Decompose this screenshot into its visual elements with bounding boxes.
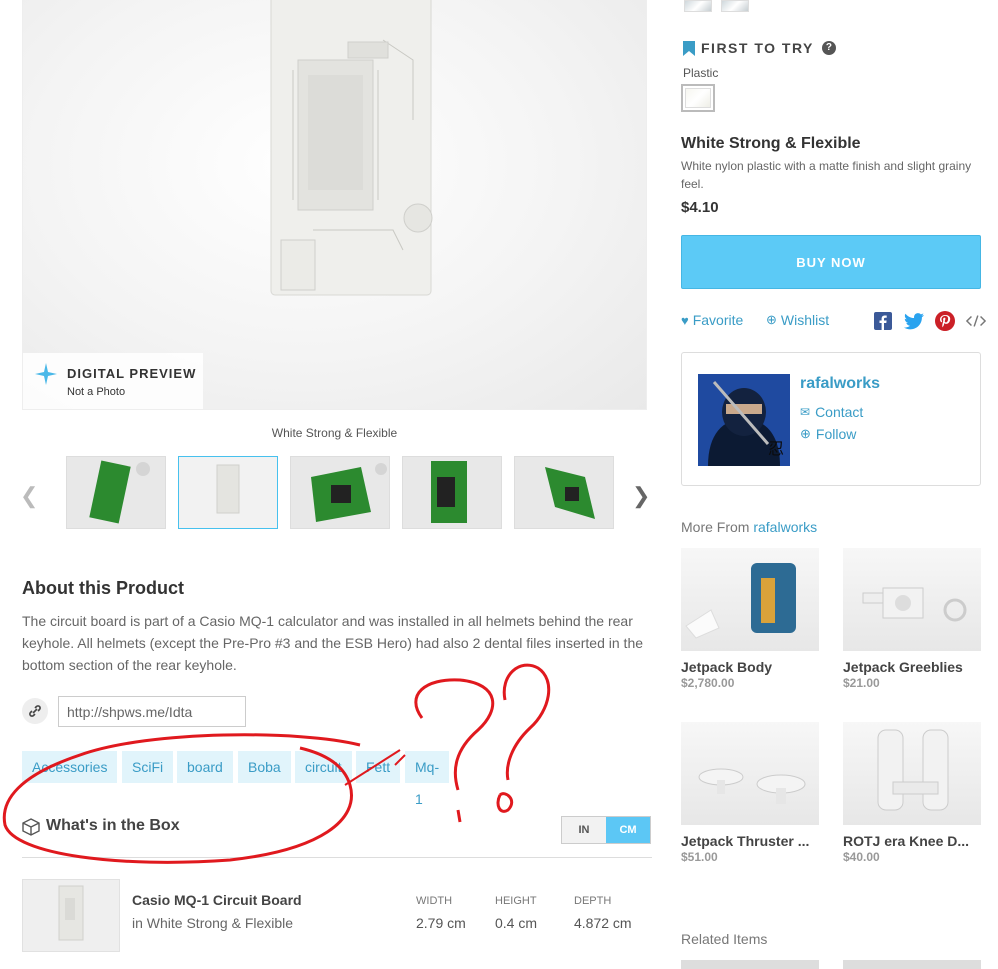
contact-seller-link[interactable]: ✉ Contact — [800, 404, 863, 420]
pinterest-icon[interactable] — [935, 311, 955, 331]
digital-preview-badge: DIGITAL PREVIEW Not a Photo — [23, 353, 203, 409]
wishlist-label: Wishlist — [780, 312, 830, 328]
material-category: Plastic — [683, 66, 719, 80]
tag-item[interactable]: circuit — [295, 751, 352, 783]
thumbnail-carousel: ❮ ❯ — [0, 455, 660, 531]
carousel-next-icon[interactable]: ❯ — [632, 483, 650, 509]
depth-label: DEPTH — [574, 895, 612, 907]
unit-toggle: IN CM — [561, 816, 651, 844]
thumbnail-3[interactable] — [290, 456, 390, 529]
material-description: White nylon plastic with a matte finish … — [681, 159, 972, 191]
product-price: $21.00 — [843, 676, 880, 690]
box-item-thumbnail[interactable] — [22, 879, 120, 952]
seller-name-link[interactable]: rafalworks — [800, 375, 880, 393]
whats-in-box-heading: What's in the Box — [46, 817, 180, 834]
svg-text:忍: 忍 — [768, 439, 784, 458]
unit-cm-button[interactable]: CM — [606, 817, 650, 843]
favorite-button[interactable]: ♥ Favorite — [681, 312, 743, 328]
product-card[interactable]: Jetpack Greeblies $21.00 — [843, 548, 981, 690]
envelope-icon: ✉ — [800, 405, 811, 419]
product-card[interactable]: Jetpack Body $2,780.00 — [681, 548, 819, 690]
tag-item[interactable]: board — [177, 751, 233, 783]
thumbnail-1[interactable] — [66, 456, 166, 529]
height-value: 0.4 cm — [495, 915, 538, 931]
product-name: Jetpack Thruster ... — [681, 833, 810, 849]
width-value: 2.79 cm — [416, 915, 466, 931]
plus-circle-icon: ⊕ — [766, 312, 777, 327]
more-from-prefix: More From — [681, 519, 750, 535]
contact-label: Contact — [815, 404, 864, 420]
preview-badge-subtitle: Not a Photo — [67, 386, 126, 398]
product-image — [681, 548, 819, 651]
thumbnail-4[interactable] — [402, 456, 502, 529]
product-name: Jetpack Greeblies — [843, 659, 963, 675]
related-item-preview[interactable] — [681, 960, 819, 969]
about-product-heading: About this Product — [22, 578, 184, 598]
box-item-name[interactable]: Casio MQ-1 Circuit Board — [132, 892, 302, 908]
preview-badge-title: DIGITAL PREVIEW — [67, 366, 197, 381]
plus-circle-icon: ⊕ — [800, 426, 811, 441]
embed-icon[interactable] — [966, 311, 986, 331]
tag-item[interactable]: SciFi — [122, 751, 174, 783]
product-name: Jetpack Body — [681, 659, 773, 675]
product-price: $51.00 — [681, 850, 718, 864]
product-name: ROTJ era Knee D... — [843, 833, 970, 849]
price: $4.10 — [681, 199, 719, 216]
circuit-board-render — [270, 0, 433, 296]
first-to-try-header: FIRST TO TRY ? — [683, 40, 836, 56]
unit-in-button[interactable]: IN — [562, 817, 606, 843]
favorite-label: Favorite — [692, 312, 744, 328]
seller-card: 忍 rafalworks ✉ Contact ⊕ Follow — [681, 352, 981, 486]
product-price: $40.00 — [843, 850, 880, 864]
related-items-heading: Related Items — [681, 931, 768, 947]
material-name: White Strong & Flexible — [681, 135, 861, 152]
follow-label: Follow — [815, 426, 857, 442]
twitter-icon[interactable] — [904, 311, 924, 331]
product-card[interactable]: ROTJ era Knee D... $40.00 — [843, 722, 981, 864]
follow-seller-link[interactable]: ⊕ Follow — [800, 426, 856, 442]
share-url-field[interactable] — [58, 696, 246, 727]
bookmark-icon — [683, 40, 695, 56]
sparkle-icon — [35, 363, 57, 385]
material-swatch-option[interactable] — [684, 0, 712, 12]
first-to-try-label: FIRST TO TRY — [701, 40, 814, 56]
product-card[interactable]: Jetpack Thruster ... $51.00 — [681, 722, 819, 864]
about-product-description: The circuit board is part of a Casio MQ-… — [22, 613, 644, 673]
width-label: WIDTH — [416, 895, 453, 907]
material-swatch-option[interactable] — [721, 0, 749, 12]
facebook-icon[interactable] — [873, 311, 893, 331]
heart-icon: ♥ — [681, 312, 689, 328]
thumbnail-2-active[interactable] — [178, 456, 278, 529]
tag-item[interactable]: Boba — [238, 751, 291, 783]
height-label: HEIGHT — [495, 895, 537, 907]
box-item-material: in White Strong & Flexible — [132, 915, 294, 931]
wishlist-button[interactable]: ⊕ Wishlist — [766, 312, 829, 328]
preview-caption: White Strong & Flexible — [271, 426, 398, 440]
product-image — [843, 548, 981, 651]
product-image — [681, 722, 819, 825]
product-preview-image[interactable]: DIGITAL PREVIEW Not a Photo — [22, 0, 647, 410]
tag-item[interactable]: Accessories — [22, 751, 118, 783]
material-swatch-selected[interactable] — [681, 84, 715, 112]
link-icon — [22, 698, 48, 724]
help-icon[interactable]: ? — [821, 41, 836, 55]
tag-item[interactable]: Mq-1 — [405, 751, 450, 807]
product-image — [843, 722, 981, 825]
thumbnail-5[interactable] — [514, 456, 614, 529]
buy-now-button[interactable]: BUY NOW — [681, 235, 981, 289]
tag-item[interactable]: Fett — [356, 751, 401, 783]
seller-avatar[interactable]: 忍 — [698, 374, 790, 466]
product-price: $2,780.00 — [681, 676, 735, 690]
depth-value: 4.872 cm — [574, 915, 632, 931]
related-item-preview[interactable] — [843, 960, 981, 969]
more-from-heading: More From rafalworks — [681, 519, 817, 535]
carousel-prev-icon[interactable]: ❮ — [20, 483, 38, 509]
box-icon — [22, 818, 40, 836]
divider — [22, 857, 652, 858]
more-from-shop-link[interactable]: rafalworks — [753, 519, 817, 535]
